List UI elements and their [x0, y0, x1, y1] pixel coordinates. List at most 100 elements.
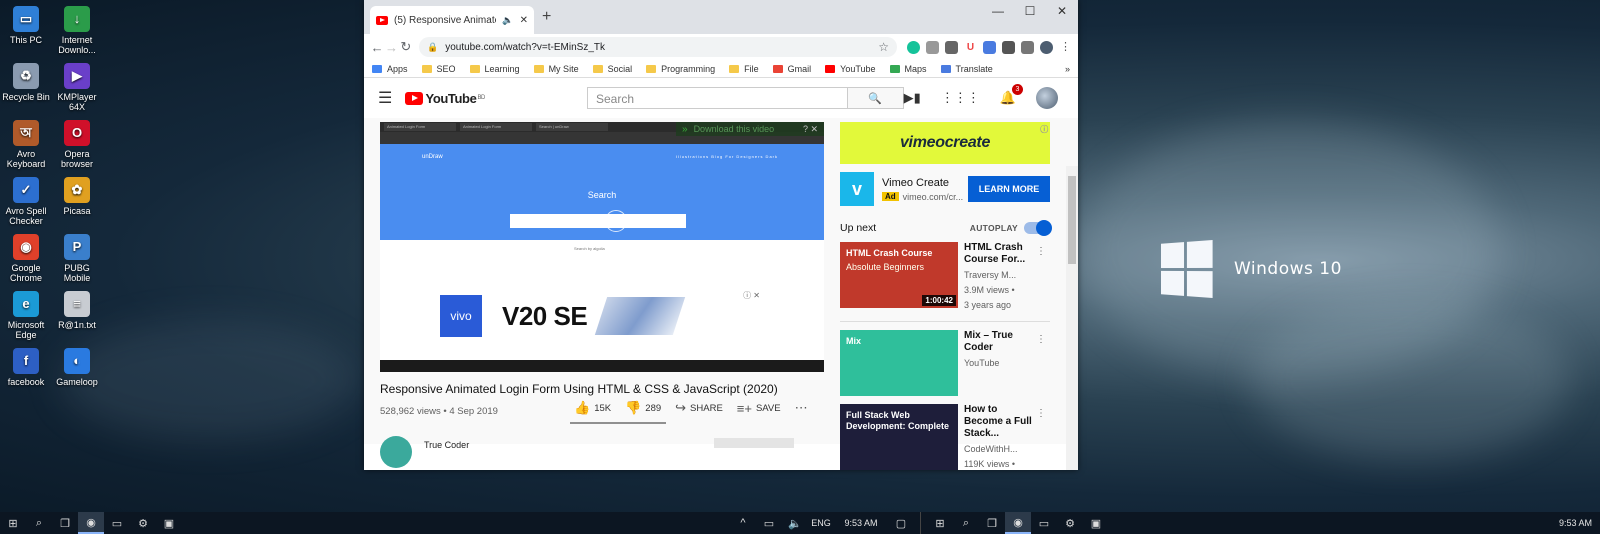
desktop-icon[interactable]: f facebook — [0, 348, 52, 387]
hamburger-menu-icon[interactable]: ☰ — [378, 88, 405, 108]
video-thumbnail[interactable]: Full Stack Web Development: Complete — [840, 404, 958, 470]
search-input[interactable]: Search — [588, 88, 847, 108]
user-avatar[interactable] — [1036, 87, 1058, 109]
task-view-icon-2[interactable]: ❐ — [979, 512, 1005, 534]
like-button[interactable]: 👍 15K — [574, 400, 611, 416]
bookmark-item[interactable]: Social — [592, 64, 632, 74]
search-button[interactable]: 🔍 — [846, 88, 903, 108]
language-indicator[interactable]: ENG — [808, 518, 834, 528]
close-window-button[interactable]: ✕ — [1046, 0, 1078, 22]
channel-name[interactable]: YouTube — [964, 357, 1038, 369]
up-next-video[interactable]: Mix Mix – True Coder YouTube ⋮ — [840, 330, 1050, 396]
ad-info-icon[interactable]: ⓘ — [1040, 124, 1048, 135]
minimize-button[interactable]: — — [982, 0, 1014, 22]
apps-grid-icon[interactable]: ⋮⋮⋮ — [941, 90, 980, 106]
ad-title[interactable]: Vimeo Create — [882, 177, 963, 189]
create-video-icon[interactable]: ▶▮ — [904, 90, 921, 106]
file-explorer-icon[interactable]: ▭ — [104, 512, 130, 534]
tray-chevron-icon[interactable]: ^ — [730, 512, 756, 534]
desktop-icon[interactable]: ◐ Gameloop — [51, 348, 103, 387]
chrome-taskbar-icon-2[interactable]: ◉ — [1005, 512, 1031, 534]
download-bar[interactable]: » Download this video ? ✕ — [676, 122, 824, 136]
task-view-icon[interactable]: ❐ — [52, 512, 78, 534]
audio-icon[interactable]: 🔈 — [502, 15, 513, 26]
desktop-icon[interactable]: ≡ R@1n.txt — [51, 291, 103, 330]
vivo-ad[interactable]: vivo V20 SE ⓘ ✕ — [440, 291, 760, 338]
bookmark-item[interactable]: File — [729, 64, 759, 74]
notifications-bell-icon[interactable]: 🔔 3 — [1000, 84, 1023, 106]
channel-name[interactable]: CodeWithH... — [964, 443, 1038, 455]
desktop-icon[interactable]: ♻ Recycle Bin — [0, 63, 52, 102]
new-tab-button[interactable]: + — [542, 8, 551, 26]
reload-icon[interactable]: ↻ — [399, 39, 413, 55]
action-center-icon[interactable]: ▢ — [888, 512, 914, 534]
up-next-video[interactable]: Full Stack Web Development: Complete How … — [840, 404, 1050, 470]
channel-name[interactable]: Traversy M... — [964, 269, 1038, 281]
desktop-icon[interactable]: ▶ KMPlayer 64X — [51, 63, 103, 112]
camtasia-icon[interactable]: ▣ — [156, 512, 182, 534]
clock[interactable]: 9:53 AM — [834, 518, 888, 528]
scrollbar-thumb[interactable] — [1068, 176, 1076, 264]
bookmark-item[interactable]: YouTube — [825, 64, 876, 74]
bookmark-item[interactable]: Maps — [889, 64, 927, 74]
clock-2[interactable]: 9:53 AM — [1559, 518, 1592, 528]
video-title[interactable]: Mix – True Coder — [964, 330, 1038, 354]
bookmark-star-icon[interactable]: ☆ — [878, 40, 889, 54]
video-thumbnail[interactable]: HTML Crash Course Absolute Beginners 1:00:… — [840, 242, 958, 308]
puzzle-icon[interactable] — [1001, 40, 1015, 54]
page-scrollbar[interactable] — [1066, 166, 1078, 470]
facebook-ext-icon[interactable] — [944, 40, 958, 54]
ad-close-icon[interactable]: ⓘ ✕ — [743, 290, 760, 301]
channel-avatar[interactable] — [380, 436, 412, 468]
maximize-button[interactable]: ☐ — [1014, 0, 1046, 22]
bookmark-item[interactable]: Translate — [940, 64, 993, 74]
extension-icon[interactable] — [925, 40, 939, 54]
ublock-icon[interactable]: U — [963, 40, 977, 54]
vimeo-ad-banner[interactable]: vimeocreate ⓘ — [840, 122, 1050, 164]
translate-ext-icon[interactable] — [982, 40, 996, 54]
menu-dots-icon[interactable]: ⋮ — [1059, 41, 1072, 54]
search-icon[interactable]: ⌕ — [26, 512, 52, 534]
video-thumbnail[interactable]: Mix — [840, 330, 958, 396]
more-options-icon[interactable]: ⋮ — [1036, 408, 1046, 419]
start-button[interactable]: ⊞ — [0, 512, 26, 534]
bookmarks-overflow-icon[interactable]: » — [1065, 64, 1070, 74]
video-player[interactable]: Animated Login Form Animated Login Form Se… — [380, 122, 824, 372]
reading-list-icon[interactable] — [1020, 40, 1034, 54]
grammarly-icon[interactable] — [906, 40, 920, 54]
up-next-video[interactable]: HTML Crash Course Absolute Beginners 1:00:… — [840, 242, 1050, 311]
more-options-icon[interactable]: ⋮ — [1036, 246, 1046, 257]
youtube-logo[interactable]: YouTube BD — [404, 91, 485, 106]
settings-icon[interactable]: ⚙ — [130, 512, 156, 534]
video-title[interactable]: HTML Crash Course For... — [964, 242, 1038, 266]
settings-icon-2[interactable]: ⚙ — [1057, 512, 1083, 534]
desktop-icon[interactable]: ✿ Picasa — [51, 177, 103, 216]
bookmark-item[interactable]: Gmail — [772, 64, 811, 74]
channel-name[interactable]: True Coder — [424, 440, 469, 450]
file-explorer-icon-2[interactable]: ▭ — [1031, 512, 1057, 534]
tab-close-icon[interactable]: ✕ — [520, 15, 528, 26]
tab-youtube[interactable]: (5) Responsive Animated Lo... 🔈 ✕ — [370, 6, 534, 34]
bookmark-item[interactable]: Apps — [372, 64, 408, 74]
start-button-2[interactable]: ⊞ — [927, 512, 953, 534]
forward-icon[interactable]: → — [384, 40, 398, 55]
save-button[interactable]: ≡+ SAVE — [737, 401, 781, 416]
help-close-icon[interactable]: ? ✕ — [803, 124, 818, 135]
desktop-icon[interactable]: P PUBG Mobile — [51, 234, 103, 283]
bookmark-item[interactable]: SEO — [421, 64, 456, 74]
desktop-icon[interactable]: ↓ Internet Downlo... — [51, 6, 103, 55]
volume-icon[interactable]: 🔈 — [782, 512, 808, 534]
profile-icon[interactable] — [1039, 40, 1053, 54]
back-icon[interactable]: ← — [370, 40, 384, 55]
dislike-button[interactable]: 👎 289 — [625, 400, 661, 416]
more-actions-icon[interactable]: ⋯ — [795, 400, 808, 416]
desktop-icon[interactable]: ◉ Google Chrome — [0, 234, 52, 283]
desktop-icon[interactable]: e Microsoft Edge — [0, 291, 52, 340]
desktop-icon[interactable]: O Opera browser — [51, 120, 103, 169]
address-bar[interactable]: 🔒 youtube.com/watch?v=t-EMinSz_Tk ☆ — [418, 37, 897, 57]
video-title[interactable]: How to Become a Full Stack... — [964, 404, 1038, 440]
search-icon-2[interactable]: ⌕ — [953, 512, 979, 534]
autoplay-toggle[interactable] — [1024, 220, 1052, 236]
video-progress[interactable] — [380, 372, 824, 374]
desktop-icon[interactable]: ✓ Avro Spell Checker — [0, 177, 52, 226]
